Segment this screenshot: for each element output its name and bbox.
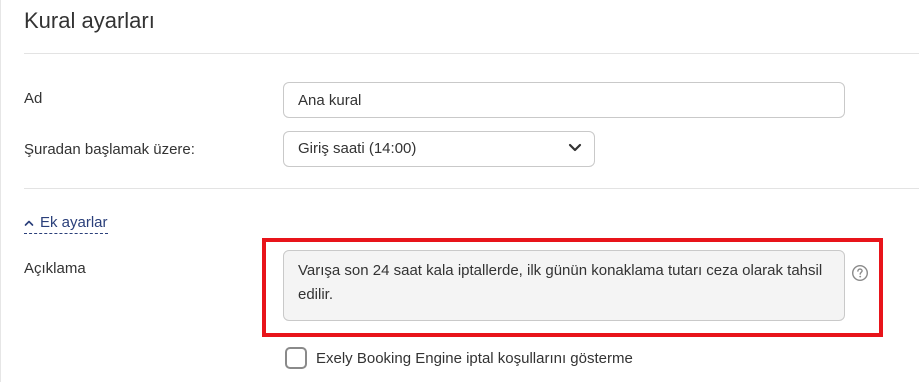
panel-left-border [0, 0, 1, 382]
start-from-label: Şuradan başlamak üzere: [24, 141, 195, 158]
hide-policy-option[interactable]: Exely Booking Engine iptal koşullarını g… [285, 347, 633, 369]
start-from-selected-value: Giriş saati (14:00) [298, 140, 417, 157]
section-divider [24, 188, 919, 189]
name-label: Ad [24, 90, 43, 107]
page-title: Kural ayarları [24, 8, 155, 33]
hide-policy-checkbox[interactable] [285, 347, 307, 369]
question-circle-icon[interactable] [851, 264, 869, 282]
description-label: Açıklama [24, 260, 86, 277]
chevron-down-icon [568, 143, 582, 152]
name-input[interactable] [283, 82, 845, 118]
more-settings-label: Ek ayarlar [40, 214, 108, 231]
description-textarea[interactable]: Varışa son 24 saat kala iptallerde, ilk … [283, 250, 845, 321]
title-divider [24, 53, 919, 54]
start-from-select[interactable]: Giriş saati (14:00) [283, 131, 595, 167]
chevron-up-icon [24, 220, 34, 226]
more-settings-toggle[interactable]: Ek ayarlar [24, 214, 108, 234]
hide-policy-label: Exely Booking Engine iptal koşullarını g… [316, 349, 633, 367]
